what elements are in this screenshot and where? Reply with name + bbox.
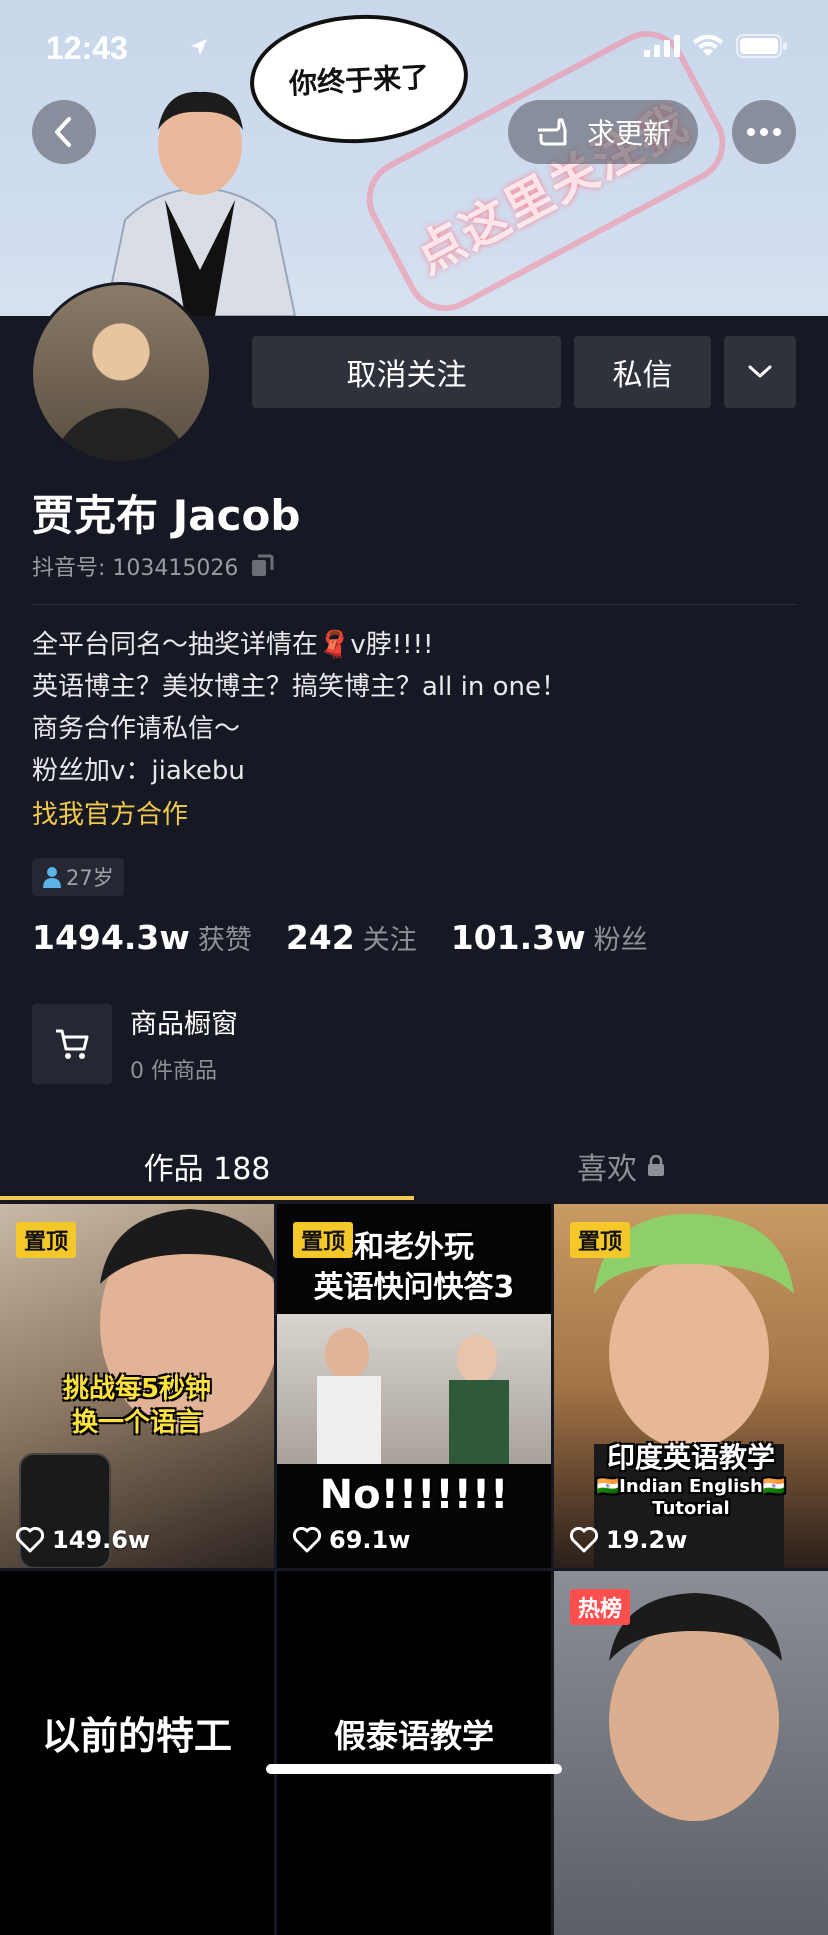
profile-stats: 1494.3w 获赞 242 关注 101.3w 粉丝 xyxy=(32,918,682,957)
video-thumbnail-people xyxy=(317,1328,509,1464)
bio-line: 全平台同名～抽奖详情在🧣v脖!!!! xyxy=(32,630,434,660)
profile-avatar[interactable] xyxy=(30,282,212,464)
video-caption: No!!!!!!! xyxy=(319,1472,509,1518)
pinned-badge: 置顶 xyxy=(16,1222,77,1258)
profile-tabs: 作品 188 喜欢 xyxy=(0,1130,828,1202)
video-likes-count: 19.2w xyxy=(606,1526,688,1554)
battery-icon xyxy=(736,34,787,58)
bio-line: 粉丝加v：jiakebu xyxy=(32,756,245,786)
more-options-button[interactable] xyxy=(732,100,796,164)
heart-icon xyxy=(293,1527,321,1553)
video-thumbnail-scene xyxy=(277,1314,551,1464)
pointing-hand-icon xyxy=(537,118,567,146)
likes-label: 获赞 xyxy=(197,925,252,956)
shop-title: 商品橱窗 xyxy=(130,1009,238,1040)
more-dots-icon xyxy=(747,128,781,136)
video-tile[interactable]: 假泰语教学 xyxy=(277,1571,551,1935)
shopping-cart-icon xyxy=(56,1029,89,1059)
location-arrow-icon xyxy=(191,39,207,55)
copy-icon[interactable] xyxy=(250,554,274,578)
video-caption: 挑战每5秒钟 换一个语言 xyxy=(62,1374,212,1438)
video-caption-top: 和老外玩 英语快问快答3 xyxy=(313,1230,515,1305)
video-likes-count: 69.1w xyxy=(329,1526,411,1554)
age-badge: 27岁 xyxy=(32,858,124,896)
likes-count: 1494.3w xyxy=(32,918,190,957)
active-tab-indicator xyxy=(0,1196,414,1200)
official-cooperation-link[interactable]: 找我官方合作 xyxy=(32,794,567,836)
video-thumbnail-person xyxy=(609,1593,782,1821)
home-indicator[interactable] xyxy=(266,1764,562,1774)
followers-count[interactable]: 101.3w xyxy=(451,918,586,957)
followers-label[interactable]: 粉丝 xyxy=(594,918,648,957)
heart-icon xyxy=(16,1527,44,1553)
video-caption: 印度英语教学 xyxy=(606,1441,775,1474)
video-caption: 假泰语教学 xyxy=(333,1717,494,1755)
video-tile[interactable]: 置顶 印度英语教学 🇮🇳Indian English🇮🇳 Tutorial 19… xyxy=(554,1204,828,1568)
age-text: 27岁 xyxy=(66,866,114,890)
video-caption-sub: 🇮🇳Indian English🇮🇳 Tutorial xyxy=(596,1476,786,1519)
recommend-dropdown-button[interactable] xyxy=(724,336,796,408)
bio-line: 英语博主？美妆博主？搞笑博主？all in one！ xyxy=(32,672,567,702)
request-update-label: 求更新 xyxy=(586,117,671,150)
video-tile[interactable]: 热榜 xyxy=(554,1571,828,1935)
video-likes: 69.1w xyxy=(293,1526,410,1554)
product-showcase[interactable]: 商品橱窗 0 件商品 xyxy=(32,1002,238,1085)
video-likes-count: 149.6w xyxy=(52,1526,151,1554)
profile-name: 贾克布 Jacob xyxy=(32,491,301,540)
profile-bio: 全平台同名～抽奖详情在🧣v脖!!!! 英语博主？美妆博主？搞笑博主？all in… xyxy=(32,624,567,836)
douyin-id: 抖音号: 103415026 xyxy=(32,550,274,582)
video-likes: 149.6w xyxy=(16,1526,150,1554)
tab-likes[interactable]: 喜欢 xyxy=(414,1130,828,1202)
video-tile[interactable]: 以前的特工 xyxy=(0,1571,274,1935)
person-icon xyxy=(43,867,61,888)
shop-icon-box xyxy=(32,1003,112,1084)
video-tile[interactable]: 置顶 挑战每5秒钟 换一个语言 149.6w xyxy=(0,1204,274,1568)
lock-icon xyxy=(648,1155,664,1176)
status-bar: 12:43 xyxy=(0,0,828,96)
douyin-id-text: 抖音号: 103415026 xyxy=(32,556,239,581)
status-icons xyxy=(191,34,788,58)
back-button[interactable] xyxy=(32,100,96,164)
following-count[interactable]: 242 xyxy=(286,918,355,957)
shop-subtitle: 0 件商品 xyxy=(130,1059,217,1084)
cellular-signal-icon xyxy=(644,35,680,57)
video-tile[interactable]: 置顶 和老外玩 英语快问快答3 No!!!!!!! 69.1w xyxy=(277,1204,551,1568)
wifi-icon xyxy=(693,34,723,56)
message-button[interactable]: 私信 xyxy=(574,336,711,408)
profile-divider xyxy=(32,604,796,605)
pinned-badge: 置顶 xyxy=(570,1222,631,1258)
tab-works[interactable]: 作品 188 xyxy=(0,1130,414,1202)
chevron-down-icon xyxy=(748,365,772,378)
video-likes: 19.2w xyxy=(570,1526,687,1554)
bio-line: 商务合作请私信～ xyxy=(32,714,241,744)
tab-likes-label: 喜欢 xyxy=(577,1152,637,1187)
status-time: 12:43 xyxy=(46,30,128,66)
heart-icon xyxy=(570,1527,598,1553)
following-label[interactable]: 关注 xyxy=(363,918,417,957)
chevron-left-icon xyxy=(55,117,71,147)
video-caption: 以前的特工 xyxy=(41,1714,232,1758)
request-update-button[interactable]: 求更新 xyxy=(508,100,698,164)
unfollow-button[interactable]: 取消关注 xyxy=(252,336,561,408)
trending-badge: 热榜 xyxy=(570,1589,631,1625)
